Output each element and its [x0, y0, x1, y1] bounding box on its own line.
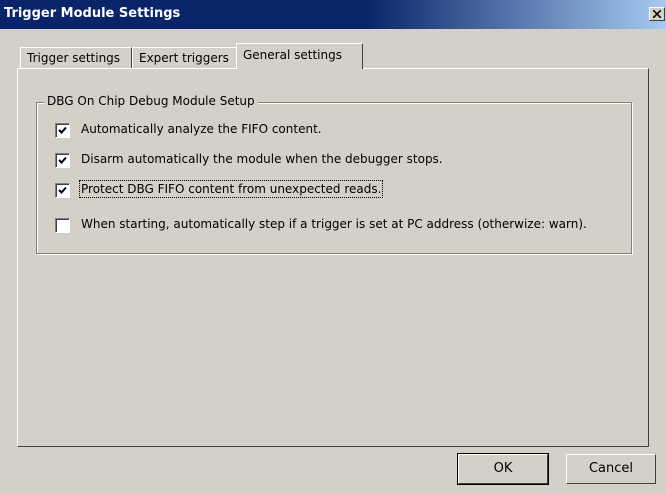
checkmark-icon	[58, 126, 67, 134]
checkmark-icon	[58, 156, 67, 164]
auto-step-checkbox[interactable]	[55, 218, 70, 233]
tab-expert-triggers[interactable]: Expert triggers	[132, 47, 237, 69]
tab-label: General settings	[243, 48, 342, 62]
analyze-fifo-checkbox[interactable]	[55, 123, 70, 138]
ok-button[interactable]: OK	[457, 453, 549, 485]
cancel-button[interactable]: Cancel	[566, 454, 656, 484]
disarm-module-label[interactable]: Disarm automatically the module when the…	[81, 152, 443, 166]
tab-general-settings[interactable]: General settings	[236, 43, 363, 69]
tab-label: Trigger settings	[27, 51, 121, 65]
protect-fifo-label[interactable]: Protect DBG FIFO content from unexpected…	[78, 180, 384, 198]
tab-trigger-settings[interactable]: Trigger settings	[20, 47, 132, 69]
group-label: DBG On Chip Debug Module Setup	[44, 94, 258, 108]
window-title: Trigger Module Settings	[4, 6, 181, 21]
auto-step-label[interactable]: When starting, automatically step if a t…	[81, 217, 587, 231]
protect-fifo-checkbox[interactable]	[55, 183, 70, 198]
dialog-window: Trigger Module Settings Trigger settings…	[0, 0, 666, 493]
close-icon	[653, 10, 661, 18]
close-button[interactable]	[649, 7, 665, 21]
title-bar[interactable]: Trigger Module Settings	[0, 0, 666, 29]
checkmark-icon	[58, 186, 67, 194]
tab-label: Expert triggers	[139, 51, 229, 65]
disarm-module-checkbox[interactable]	[55, 153, 70, 168]
analyze-fifo-label[interactable]: Automatically analyze the FIFO content.	[81, 122, 322, 136]
